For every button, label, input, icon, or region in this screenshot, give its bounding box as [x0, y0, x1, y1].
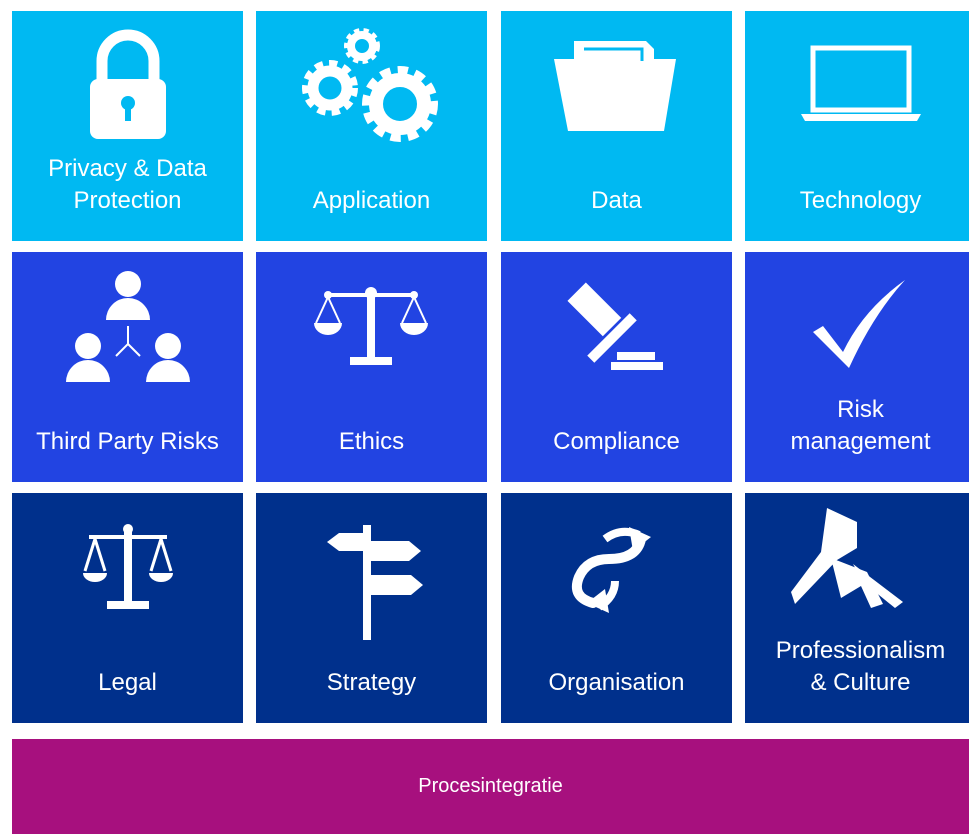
- balance-scale-icon: [256, 252, 487, 402]
- tile-label: Organisation: [548, 669, 685, 696]
- tile-risk-management: Risk management: [745, 252, 969, 482]
- tile-third-party-risks: Third Party Risks: [12, 252, 243, 482]
- tile-privacy-data-protection: Privacy & Data Protection: [12, 11, 243, 241]
- tile-professionalism-culture: Professionalism & Culture: [745, 493, 969, 723]
- tile-label: Professionalism & Culture: [775, 637, 946, 696]
- tile-compliance: Compliance: [501, 252, 732, 482]
- gavel-icon: [501, 252, 732, 402]
- folder-icon: [501, 11, 732, 161]
- tile-data: Data: [501, 11, 732, 241]
- tile-label: Compliance: [553, 428, 680, 455]
- tile-label: Legal: [98, 669, 157, 696]
- legal-scale-icon: [12, 493, 243, 643]
- procesintegratie-bar: Procesintegratie: [12, 739, 969, 834]
- tile-application: Application: [256, 11, 487, 241]
- checkmark-icon: [745, 252, 969, 397]
- tile-label: Ethics: [338, 428, 405, 455]
- people-network-icon: [12, 252, 243, 402]
- tile-label: Risk management: [790, 396, 931, 455]
- tile-ethics: Ethics: [256, 252, 487, 482]
- padlock-icon: [12, 11, 243, 161]
- tile-organisation: Organisation: [501, 493, 732, 723]
- tile-label: Third Party Risks: [36, 428, 219, 455]
- tile-label: Data: [591, 187, 642, 214]
- tile-strategy: Strategy: [256, 493, 487, 723]
- bar-label: Procesintegratie: [418, 775, 563, 797]
- tile-label: Application: [312, 187, 431, 214]
- tile-legal: Legal: [12, 493, 243, 723]
- cycle-arrows-icon: [501, 493, 732, 643]
- tile-label: Privacy & Data Protection: [48, 155, 207, 214]
- signpost-icon: [256, 507, 487, 657]
- tile-label: Technology: [799, 187, 922, 214]
- gears-icon: [256, 11, 487, 161]
- tile-technology: Technology: [745, 11, 969, 241]
- tile-label: Strategy: [326, 669, 417, 696]
- laptop-icon: [745, 11, 969, 161]
- handshake-icon: [745, 493, 969, 623]
